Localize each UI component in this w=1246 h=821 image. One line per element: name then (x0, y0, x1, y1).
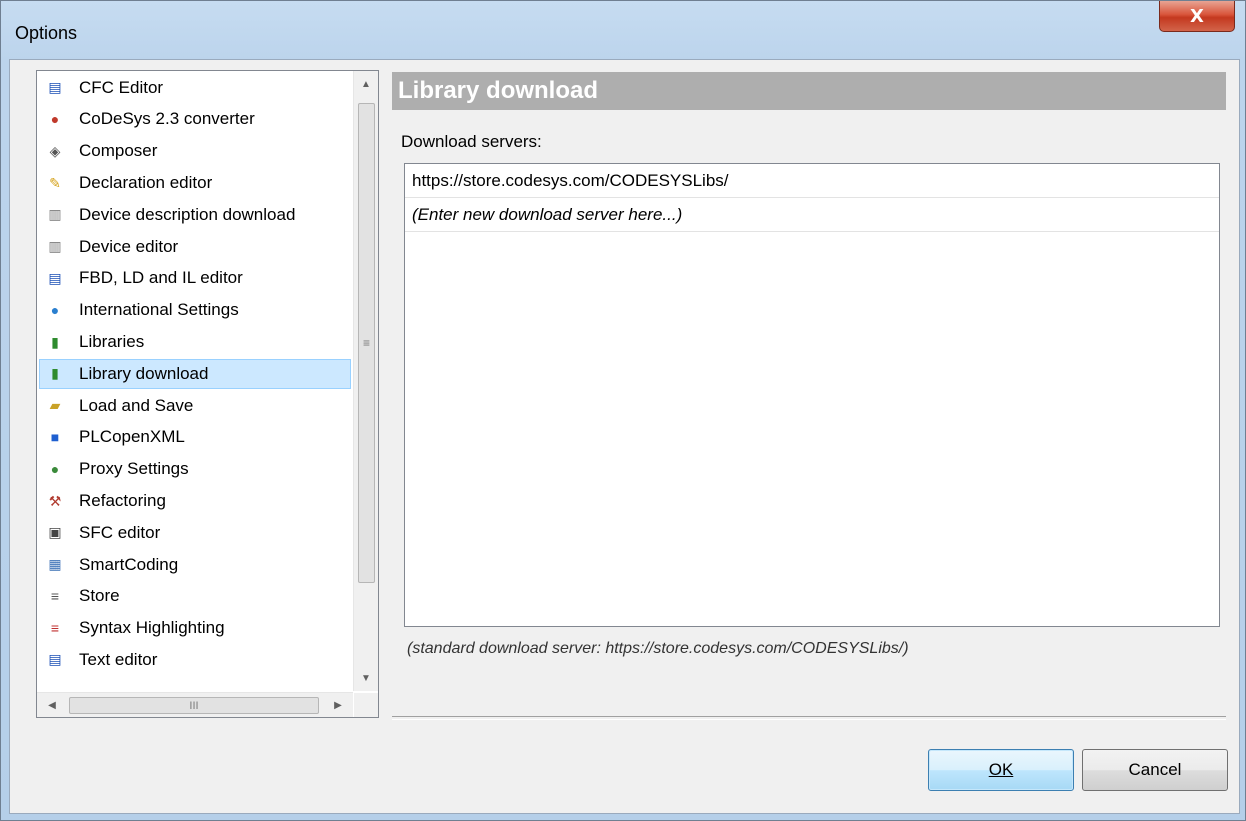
category-item-label: Text editor (79, 649, 158, 669)
vertical-scrollbar[interactable]: ▲ ≡ ▼ (353, 71, 378, 691)
ok-button[interactable]: OK (928, 749, 1074, 791)
category-item-label: Library download (79, 363, 209, 383)
category-item-label: SmartCoding (79, 554, 179, 574)
category-item[interactable]: ▥ Device description download (39, 200, 351, 230)
category-item[interactable]: ▤ CFC Editor (39, 73, 351, 103)
category-item[interactable]: ◈ Composer (39, 136, 351, 166)
category-item-label: Store (79, 586, 120, 606)
sfc-editor-icon: ▣ (48, 524, 62, 541)
category-item-label: Device editor (79, 236, 179, 256)
category-item-label: Refactoring (79, 491, 166, 510)
category-list: ▤ CFC Editor ● CoDeSys 2.3 converter ◈ Compos… (36, 70, 379, 718)
horizontal-scrollbar[interactable]: ◀ III ▶ (37, 692, 353, 717)
standard-server-note: (standard download server: https://store… (407, 640, 909, 657)
new-server-input[interactable]: (Enter new download server here...) (405, 198, 1219, 232)
store-icon: ≡ (50, 588, 60, 605)
smartcoding-icon: ▦ (48, 556, 62, 573)
category-item-label: Declaration editor (79, 173, 213, 193)
category-item-label: Device description download (79, 204, 296, 224)
download-servers-list: https://store.codesys.com/CODESYSLibs/ (… (404, 163, 1220, 627)
category-item[interactable]: ▮ Libraries (39, 327, 351, 357)
text-editor-icon: ▤ (48, 651, 62, 668)
converter-icon: ● (50, 111, 60, 128)
composer-icon: ◈ (49, 142, 61, 159)
proxy-icon: ● (50, 461, 60, 478)
plcopenxml-icon: ■ (50, 429, 60, 446)
fbd-editor-icon: ▤ (48, 269, 62, 286)
title-bar[interactable]: Options X (1, 1, 1245, 59)
divider (392, 716, 1226, 720)
refactoring-icon: ⚒ (48, 492, 62, 509)
category-item[interactable]: ▥ Device editor (39, 231, 351, 261)
category-item[interactable]: ▤ FBD, LD and IL editor (39, 263, 351, 293)
close-icon: X (1190, 5, 1204, 27)
category-item[interactable]: ▮ Library download (39, 358, 351, 389)
cancel-button-label: Cancel (1128, 760, 1182, 779)
close-button[interactable]: X (1159, 1, 1235, 32)
category-item-label: Syntax Highlighting (79, 618, 225, 638)
dialog-client-area: ▤ CFC Editor ● CoDeSys 2.3 converter ◈ Compos… (9, 59, 1240, 814)
device-editor-icon: ▥ (48, 238, 62, 255)
download-servers-label: Download servers: (401, 132, 542, 151)
ok-button-label: OK (988, 760, 1014, 779)
category-list-items: ▤ CFC Editor ● CoDeSys 2.3 converter ◈ Compos… (37, 71, 353, 691)
device-download-icon: ▥ (48, 206, 62, 223)
category-item-label: PLCopenXML (79, 427, 185, 447)
category-item[interactable]: ⚒ Refactoring (39, 486, 351, 516)
panel-title: Library download (392, 72, 1226, 110)
server-row[interactable]: https://store.codesys.com/CODESYSLibs/ (405, 164, 1219, 198)
category-item-label: CFC Editor (79, 77, 164, 97)
category-item-label: Composer (79, 141, 158, 161)
category-item[interactable]: ● CoDeSys 2.3 converter (39, 104, 351, 134)
scroll-left-arrow-icon[interactable]: ◀ (41, 693, 63, 717)
category-item-label: Libraries (79, 332, 145, 352)
vertical-scroll-thumb[interactable]: ≡ (358, 103, 375, 583)
category-item-label: Proxy Settings (79, 459, 189, 479)
category-item-label: FBD, LD and IL editor (79, 268, 243, 288)
category-item-label: Load and Save (79, 395, 194, 415)
declaration-editor-icon: ✎ (49, 174, 61, 191)
category-item-label: SFC editor (79, 522, 161, 542)
category-item[interactable]: ▣ SFC editor (39, 518, 351, 548)
scroll-up-arrow-icon[interactable]: ▲ (354, 73, 378, 95)
window-title: Options (15, 23, 78, 43)
category-item[interactable]: ✎ Declaration editor (39, 168, 351, 198)
category-item[interactable]: ■ PLCopenXML (39, 422, 351, 452)
horizontal-scroll-thumb[interactable]: III (69, 697, 319, 714)
category-item[interactable]: ≡ Syntax Highlighting (39, 613, 351, 643)
scrollbar-corner (354, 693, 378, 717)
globe-icon: ● (50, 302, 60, 319)
folder-open-icon: ▰ (49, 397, 61, 414)
category-item[interactable]: ▦ SmartCoding (39, 549, 351, 579)
category-item-label: International Settings (79, 300, 239, 320)
category-item[interactable]: ● International Settings (39, 295, 351, 325)
category-item[interactable]: ● Proxy Settings (39, 454, 351, 484)
library-download-icon: ▮ (51, 365, 59, 382)
options-dialog: Options X ▤ CFC Editor ● CoDeSys 2.3 conver… (0, 0, 1246, 821)
category-item[interactable]: ▤ Text editor (39, 645, 351, 675)
category-item-label: CoDeSys 2.3 converter (79, 109, 255, 129)
cancel-button[interactable]: Cancel (1082, 749, 1228, 791)
cfc-editor-icon: ▤ (48, 79, 62, 96)
category-item[interactable]: ▰ Load and Save (39, 390, 351, 420)
scroll-right-arrow-icon[interactable]: ▶ (327, 693, 349, 717)
syntax-highlighting-icon: ≡ (50, 620, 60, 637)
libraries-icon: ▮ (51, 333, 59, 350)
scroll-down-arrow-icon[interactable]: ▼ (354, 667, 378, 689)
category-item[interactable]: ≡ Store (39, 581, 351, 611)
